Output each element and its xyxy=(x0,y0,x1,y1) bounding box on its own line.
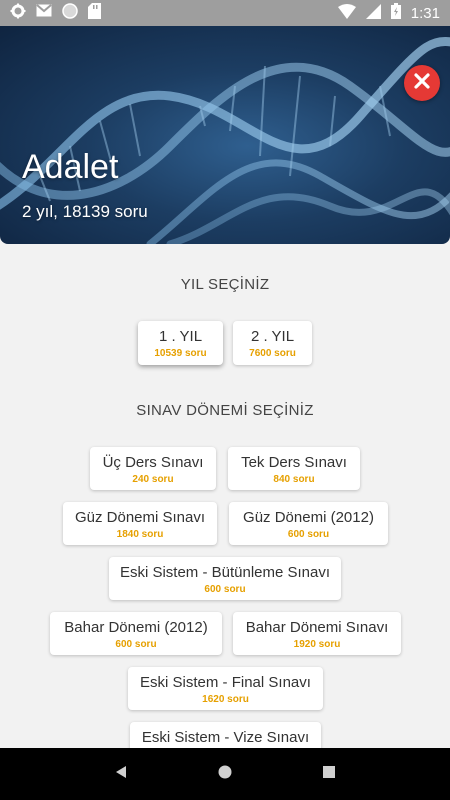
year-option-2[interactable]: 2 . YIL 7600 soru xyxy=(233,321,312,365)
exam-option-count: 840 soru xyxy=(273,474,315,485)
course-title: Adalet xyxy=(22,148,119,186)
exam-option-count: 600 soru xyxy=(287,529,330,540)
status-time: 1:31 xyxy=(410,4,440,22)
close-button[interactable] xyxy=(404,65,440,101)
exam-option-label: Güz Dönemi (2012) xyxy=(243,509,374,526)
battery-icon xyxy=(390,3,401,23)
exam-option-label: Üç Ders Sınavı xyxy=(102,454,204,471)
exam-option-guz-2012[interactable]: Güz Dönemi (2012) 600 soru xyxy=(229,502,388,545)
gmail-icon xyxy=(36,4,52,22)
exam-option-uc-ders[interactable]: Üç Ders Sınavı 240 soru xyxy=(90,447,216,490)
signal-icon xyxy=(365,3,381,23)
exam-option-eski-final[interactable]: Eski Sistem - Final Sınavı 1620 soru xyxy=(128,667,323,710)
close-icon xyxy=(413,72,431,95)
exam-option-count: 1620 soru xyxy=(202,694,249,705)
home-icon[interactable] xyxy=(217,764,233,785)
sd-card-icon xyxy=(88,2,101,24)
exam-option-label: Güz Dönemi Sınavı xyxy=(74,509,206,526)
gear-icon xyxy=(10,3,26,24)
exam-option-label: Eski Sistem - Final Sınavı xyxy=(140,674,311,691)
exam-option-label: Tek Ders Sınavı xyxy=(241,454,347,471)
year-option-count: 10539 soru xyxy=(154,348,207,359)
wifi-icon xyxy=(337,3,356,23)
status-bar: 1:31 xyxy=(0,0,450,26)
exam-option-label: Eski Sistem - Bütünleme Sınavı xyxy=(119,564,331,581)
exam-option-label: Eski Sistem - Vize Sınavı xyxy=(141,729,310,746)
year-option-count: 7600 soru xyxy=(249,348,296,359)
exam-option-eski-butunleme[interactable]: Eski Sistem - Bütünleme Sınavı 600 soru xyxy=(109,557,341,600)
exam-option-count: 1840 soru xyxy=(116,529,164,540)
exam-option-guz-donemi[interactable]: Güz Dönemi Sınavı 1840 soru xyxy=(63,502,217,545)
year-option-label: 2 . YIL xyxy=(250,328,295,345)
exam-option-label: Bahar Dönemi Sınavı xyxy=(245,619,389,636)
exam-option-count: 600 soru xyxy=(115,639,157,650)
year-section-title: YIL SEÇİNİZ xyxy=(180,276,270,293)
year-option-1[interactable]: 1 . YIL 10539 soru xyxy=(138,321,223,365)
recents-icon[interactable] xyxy=(322,765,336,784)
exam-section-title: SINAV DÖNEMİ SEÇİNİZ xyxy=(136,402,314,419)
exam-option-count: 600 soru xyxy=(204,584,246,595)
circle-icon xyxy=(62,2,78,24)
year-option-label: 1 . YIL xyxy=(158,328,203,345)
exam-option-label: Bahar Dönemi (2012) xyxy=(64,619,208,636)
exam-option-bahar-donemi[interactable]: Bahar Dönemi Sınavı 1920 soru xyxy=(233,612,401,655)
navigation-bar xyxy=(0,748,450,800)
exam-option-bahar-2012[interactable]: Bahar Dönemi (2012) 600 soru xyxy=(50,612,222,655)
back-icon[interactable] xyxy=(114,765,128,784)
exam-option-count: 1920 soru xyxy=(293,639,341,650)
course-header: Adalet 2 yıl, 18139 soru xyxy=(0,26,450,244)
exam-option-count: 240 soru xyxy=(132,474,174,485)
exam-option-tek-ders[interactable]: Tek Ders Sınavı 840 soru xyxy=(228,447,360,490)
course-subtitle: 2 yıl, 18139 soru xyxy=(22,202,148,221)
